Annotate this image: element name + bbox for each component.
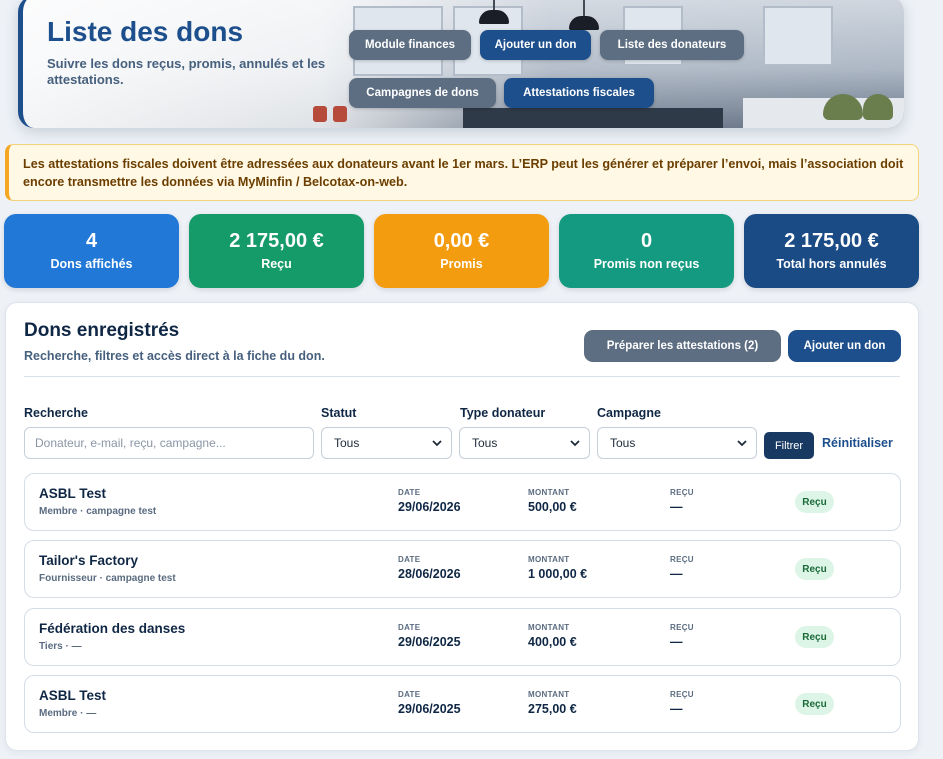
tax-certificates-button[interactable]: Attestations fiscales [504,78,654,108]
module-finances-button[interactable]: Module finances [349,30,471,60]
stat-label: Reçu [261,257,292,271]
date-label: DATE [398,488,421,497]
page-subtitle: Suivre les dons reçus, promis, annulés e… [47,56,326,87]
stat-value: 2 175,00 € [784,230,879,252]
add-donation-hero-button[interactable]: Ajouter un don [480,30,591,60]
stat-label: Dons affichés [50,257,133,271]
prepare-certificates-button[interactable]: Préparer les attestations (2) [584,330,781,362]
receipt-value: — [670,567,683,581]
date-label: DATE [398,555,421,564]
stat-label: Promis non reçus [593,257,700,271]
donors-list-button[interactable]: Liste des donateurs [600,30,744,60]
hero-banner: Liste des dons Suivre les dons reçus, pr… [18,0,904,128]
status-label: Statut [321,406,357,420]
stat-card-received: 2 175,00 € Reçu [189,214,364,288]
amount-label: MONTANT [528,623,570,632]
donor-type-label: Type donateur [460,406,546,420]
receipt-value: — [670,635,683,649]
date-label: DATE [398,690,421,699]
donations-panel: Dons enregistrés Recherche, filtres et a… [5,302,919,751]
stat-label: Promis [440,257,483,271]
page-title: Liste des dons [47,16,244,47]
donor-meta: Fournisseur · campagne test [39,573,176,584]
donor-name: Tailor's Factory [39,553,138,568]
status-badge: Reçu [795,491,834,513]
date-label: DATE [398,623,421,632]
receipt-label: REÇU [670,623,694,632]
donor-name: ASBL Test [39,688,107,703]
tax-certificate-warning: Les attestations fiscales doivent être a… [5,144,919,201]
donation-campaigns-button[interactable]: Campagnes de dons [349,78,496,108]
donor-type-select[interactable]: Tous [459,427,590,459]
receipt-label: REÇU [670,555,694,564]
amount-label: MONTANT [528,488,570,497]
search-input[interactable] [24,427,314,459]
donation-date: 28/06/2026 [398,567,461,581]
donation-amount: 500,00 € [528,500,577,514]
receipt-value: — [670,500,683,514]
receipt-value: — [670,702,683,716]
stat-value: 0 [640,230,653,252]
receipt-label: REÇU [670,690,694,699]
campaign-select[interactable]: Tous [597,427,757,459]
donor-name: Fédération des danses [39,621,186,636]
donation-row[interactable]: Fédération des danses Tiers · — DATE 29/… [24,608,901,666]
donor-meta: Tiers · — [39,641,82,652]
stat-card-promised-not-received: 0 Promis non reçus [559,214,734,288]
search-label: Recherche [24,406,88,420]
stat-value: 2 175,00 € [229,230,324,252]
stat-card-total-excluding-cancelled: 2 175,00 € Total hors annulés [744,214,919,288]
donation-amount: 1 000,00 € [528,567,588,581]
panel-subtitle: Recherche, filtres et accès direct à la … [24,349,325,363]
donation-row[interactable]: ASBL Test Membre · campagne test DATE 29… [24,473,901,531]
add-donation-button[interactable]: Ajouter un don [788,330,901,362]
donation-date: 29/06/2025 [398,702,461,716]
donor-name: ASBL Test [39,486,107,501]
campaign-select-value: Tous [610,436,636,450]
stat-card-promised: 0,00 € Promis [374,214,549,288]
amount-label: MONTANT [528,690,570,699]
donor-meta: Membre · — [39,708,97,719]
donation-amount: 400,00 € [528,635,577,649]
receipt-label: REÇU [670,488,694,497]
status-badge: Reçu [795,626,834,648]
status-select[interactable]: Tous [321,427,452,459]
donor-meta: Membre · campagne test [39,506,157,517]
campaign-label: Campagne [597,406,661,420]
stat-value: 4 [85,230,98,252]
chevron-down-icon [432,440,442,447]
stat-label: Total hors annulés [776,257,887,271]
status-badge: Reçu [795,693,834,715]
stat-value: 0,00 € [433,230,490,252]
chevron-down-icon [570,440,580,447]
stat-card-donations-shown: 4 Dons affichés [4,214,179,288]
donation-amount: 275,00 € [528,702,577,716]
amount-label: MONTANT [528,555,570,564]
panel-title: Dons enregistrés [24,320,180,341]
donation-row[interactable]: Tailor's Factory Fournisseur · campagne … [24,540,901,598]
reset-filters-link[interactable]: Réinitialiser [822,436,893,450]
donation-row[interactable]: ASBL Test Membre · — DATE 29/06/2025 MON… [24,675,901,733]
donation-date: 29/06/2025 [398,635,461,649]
filter-button[interactable]: Filtrer [764,432,814,459]
donor-type-select-value: Tous [472,436,498,450]
divider [24,376,900,377]
status-badge: Reçu [795,558,834,580]
chevron-down-icon [737,440,747,447]
status-select-value: Tous [334,436,360,450]
donation-date: 29/06/2026 [398,500,461,514]
